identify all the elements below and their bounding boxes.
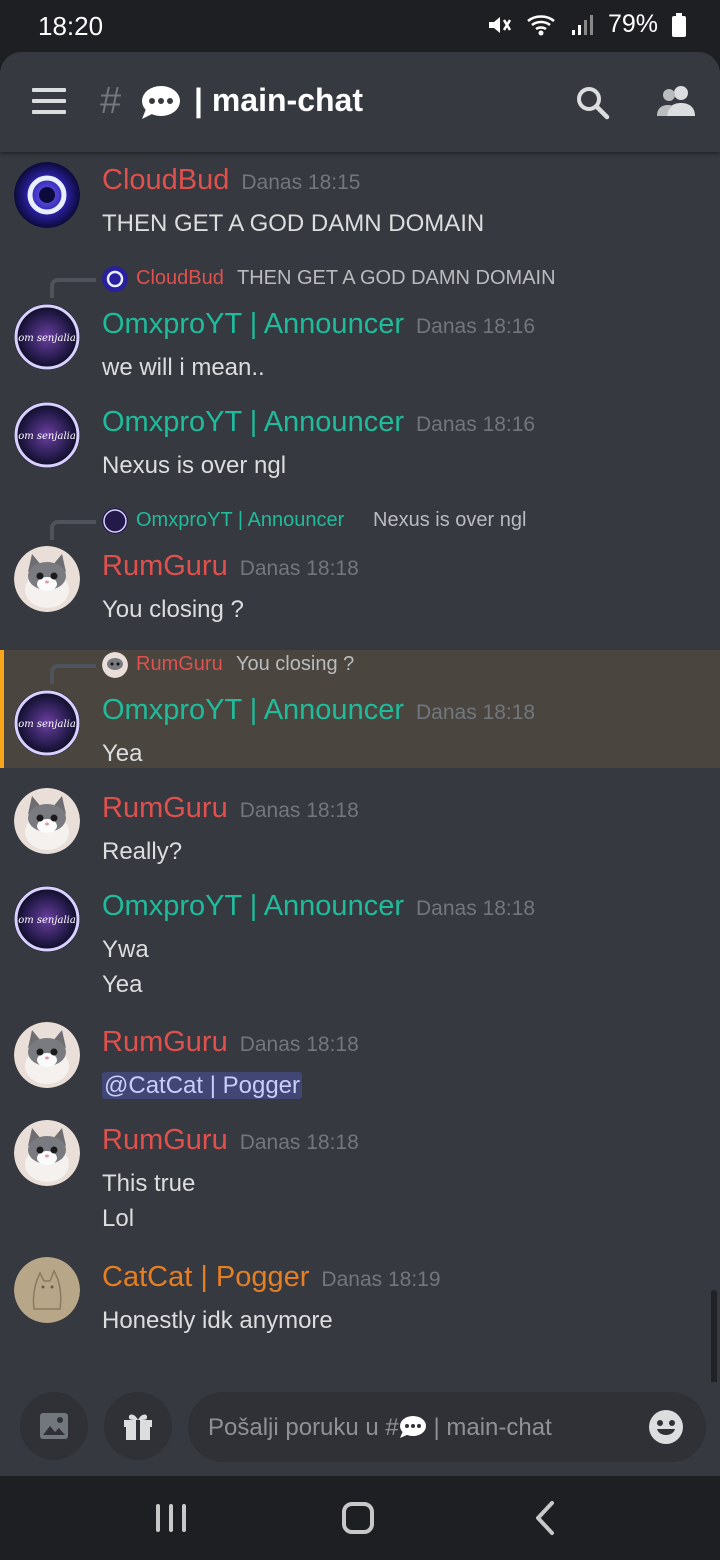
signal-icon: [571, 14, 593, 35]
message-timestamp: Danas 18:16: [415, 413, 536, 436]
omxpro-avatar[interactable]: om senjalia: [14, 690, 80, 756]
channel-header: # | main-chat: [0, 52, 720, 152]
svg-text:om senjalia: om senjalia: [18, 719, 76, 730]
omxpro-avatar[interactable]: om senjalia: [14, 304, 80, 370]
channel-name: | main-chat: [194, 82, 363, 118]
back-icon[interactable]: [534, 1500, 556, 1536]
svg-text:om senjalia: om senjalia: [18, 915, 76, 926]
home-icon[interactable]: [342, 1502, 374, 1534]
message-author[interactable]: RumGuru Danas 18:18: [102, 1124, 359, 1157]
message-timestamp: Danas 18:18: [239, 799, 359, 822]
user-mention[interactable]: @CatCat | Pogger: [102, 1072, 303, 1099]
recent-apps-icon[interactable]: [156, 1504, 186, 1532]
reply-avatar: [102, 266, 128, 292]
message-text: This true: [102, 1170, 196, 1197]
system-nav-bar: [0, 1476, 720, 1560]
discord-app: # | main-chat CloudBud Danas 18:15 THEN G…: [0, 52, 720, 1476]
battery-icon: [672, 12, 686, 37]
speech-bubble-icon: [399, 1416, 426, 1438]
message-timestamp: Danas 18:18: [239, 557, 359, 580]
message-text: Yea: [102, 971, 143, 998]
message-text: Ywa: [102, 936, 149, 963]
message-list[interactable]: CloudBud Danas 18:15 THEN GET A GOD DAMN …: [0, 152, 720, 1476]
reply-avatar: [102, 652, 128, 678]
channel-hash: #: [100, 80, 122, 122]
gift-button[interactable]: [104, 1392, 172, 1460]
image-icon: [40, 1413, 68, 1439]
message-text: Nexus is over ngl: [102, 452, 287, 479]
message-timestamp: Danas 18:18: [415, 701, 536, 724]
status-icons: 79%: [486, 10, 686, 39]
message-author[interactable]: CatCat | Pogger Danas 18:19: [102, 1261, 441, 1294]
message-timestamp: Danas 18:18: [239, 1033, 359, 1056]
attach-image-button[interactable]: [20, 1392, 88, 1460]
message-text: THEN GET A GOD DAMN DOMAIN: [102, 210, 485, 237]
reply-reference[interactable]: CloudBud THEN GET A GOD DAMN DOMAIN: [0, 264, 720, 298]
menu-icon[interactable]: [32, 88, 66, 114]
reply-text: THEN GET A GOD DAMN DOMAIN: [237, 267, 556, 289]
mute-icon: [488, 16, 512, 33]
rumguru-avatar[interactable]: [14, 1022, 80, 1088]
message-text: @CatCat | Pogger: [102, 1072, 303, 1100]
reply-connector: [50, 278, 96, 298]
message-text: Lol: [102, 1205, 135, 1232]
reply-author: RumGuru: [136, 653, 223, 675]
emoji-icon[interactable]: [648, 1409, 684, 1445]
omxpro-avatar[interactable]: om senjalia: [14, 886, 80, 952]
catcat-avatar[interactable]: [14, 1257, 80, 1323]
reply-avatar: [102, 508, 128, 534]
reply-reference[interactable]: OmxproYT | Announcer Nexus is over ngl: [0, 506, 720, 540]
message-author[interactable]: OmxproYT | Announcer Danas 18:16: [102, 308, 535, 341]
wifi-icon: [527, 14, 555, 35]
composer-bar: Pošalji poruku u # | main-chat: [0, 1382, 720, 1476]
message-timestamp: Danas 18:18: [415, 897, 536, 920]
svg-text:om senjalia: om senjalia: [18, 431, 76, 442]
reply-reference[interactable]: RumGuru You closing ?: [0, 650, 720, 684]
message-text: Really?: [102, 838, 183, 865]
battery-percent: 79%: [607, 10, 658, 38]
omxpro-avatar[interactable]: om senjalia: [14, 402, 80, 468]
reply-text: You closing ?: [236, 653, 355, 675]
message-timestamp: Danas 18:16: [415, 315, 536, 338]
message-text: Yea: [102, 740, 143, 767]
message-author[interactable]: RumGuru Danas 18:18: [102, 550, 359, 583]
reply-connector: [50, 520, 96, 540]
message-text: we will i mean..: [102, 354, 265, 381]
members-icon[interactable]: [656, 84, 696, 118]
message-author[interactable]: OmxproYT | Announcer Danas 18:18: [102, 890, 535, 923]
message-text: You closing ?: [102, 596, 244, 623]
message-text: Honestly idk anymore: [102, 1307, 333, 1334]
reply-connector: [50, 664, 96, 684]
message-input[interactable]: Pošalji poruku u # | main-chat: [188, 1392, 706, 1462]
message-author[interactable]: CloudBud Danas 18:15: [102, 164, 360, 197]
svg-text:om senjalia: om senjalia: [18, 333, 76, 344]
message-input-placeholder: Pošalji poruku u # | main-chat: [208, 1414, 552, 1441]
reply-text: Nexus is over ngl: [373, 509, 527, 531]
rumguru-avatar[interactable]: [14, 788, 80, 854]
message-author[interactable]: OmxproYT | Announcer Danas 18:18: [102, 694, 535, 727]
speech-bubble-icon: [142, 86, 180, 119]
gift-icon: [124, 1414, 152, 1440]
cloudbud-avatar[interactable]: [14, 162, 80, 228]
reply-author: CloudBud: [136, 267, 224, 289]
status-bar: 18:20 79%: [0, 0, 720, 52]
message-timestamp: Danas 18:18: [239, 1131, 359, 1154]
message-timestamp: Danas 18:15: [241, 171, 361, 194]
rumguru-avatar[interactable]: [14, 546, 80, 612]
reply-author: OmxproYT | Announcer: [136, 509, 345, 531]
message-author[interactable]: OmxproYT | Announcer Danas 18:16: [102, 406, 535, 439]
search-icon[interactable]: [576, 86, 610, 120]
message-author[interactable]: RumGuru Danas 18:18: [102, 792, 359, 825]
message-author[interactable]: RumGuru Danas 18:18: [102, 1026, 359, 1059]
message-timestamp: Danas 18:19: [321, 1268, 441, 1291]
rumguru-avatar[interactable]: [14, 1120, 80, 1186]
status-time: 18:20: [38, 11, 104, 41]
